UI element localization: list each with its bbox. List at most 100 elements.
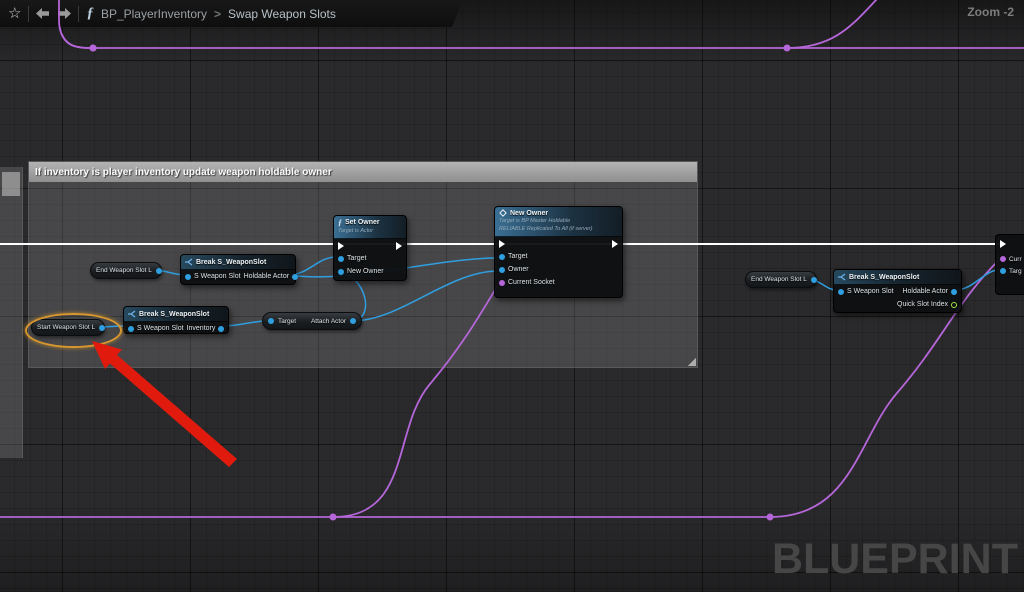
function-icon: ƒ — [338, 218, 342, 227]
exec-out-pin[interactable] — [396, 242, 402, 250]
pin-row: New Owner — [334, 265, 406, 278]
toolbar-separator — [78, 6, 79, 22]
zoom-level-label: Zoom -2 — [967, 5, 1014, 19]
pin-output-object[interactable] — [156, 268, 162, 274]
back-button[interactable] — [36, 8, 50, 19]
pin-label: Holdable Actor — [902, 288, 948, 295]
event-diamond-icon — [499, 209, 507, 217]
reroute-node[interactable] — [90, 45, 97, 52]
pin-label: New Owner — [347, 268, 384, 275]
reroute-node[interactable] — [767, 514, 774, 521]
exec-row — [334, 239, 406, 252]
node-partial-right-edge[interactable]: Curr Targ — [995, 234, 1024, 295]
pin-target[interactable] — [268, 318, 274, 324]
node-title: Break S_WeaponSlot — [849, 274, 919, 281]
function-icon: ƒ — [86, 5, 94, 22]
pin-label: Curr — [1009, 256, 1022, 263]
breadcrumb-chevron: > — [214, 7, 221, 21]
pin-label: Holdable Actor — [244, 273, 290, 280]
forward-button[interactable] — [57, 8, 71, 19]
node-header: New Owner Target is BP Master Holdable R… — [495, 207, 622, 237]
node-get-attach-actor[interactable]: Target Attach Actor — [262, 312, 362, 330]
reroute-node[interactable] — [784, 45, 791, 52]
node-get-end-weapon-slot-l[interactable]: End Weapon Slot L — [90, 262, 162, 279]
exec-row — [996, 235, 1024, 253]
pin-s-weapon-slot[interactable] — [128, 326, 134, 332]
pin-row: Quick Slot Index — [834, 298, 961, 311]
pin-attach-actor[interactable] — [350, 318, 356, 324]
pin-s-weapon-slot[interactable] — [185, 274, 191, 280]
blueprint-watermark: BLUEPRINT — [772, 535, 1018, 584]
pin-current-socket[interactable] — [1000, 256, 1006, 262]
pin-owner[interactable] — [499, 267, 505, 273]
pin-target[interactable] — [499, 254, 505, 260]
node-header: Break S_WeaponSlot — [834, 270, 961, 285]
pin-row: Target — [334, 252, 406, 265]
exec-in-pin[interactable] — [499, 240, 505, 248]
pin-s-weapon-slot[interactable] — [838, 289, 844, 295]
pin-row: Curr — [996, 253, 1024, 265]
comment-title: If inventory is player inventory update … — [35, 167, 332, 178]
node-title: New Owner — [510, 210, 548, 217]
pin-output-object[interactable] — [811, 277, 817, 283]
node-title: Set Owner — [345, 219, 380, 226]
node-break-s-weaponslot-right[interactable]: Break S_WeaponSlot S Weapon Slot Holdabl… — [833, 269, 962, 313]
node-title: Break S_WeaponSlot — [196, 259, 266, 266]
pin-row: Targ — [996, 265, 1024, 277]
exec-in-pin[interactable] — [338, 242, 344, 250]
toolbar-separator — [28, 6, 29, 22]
breadcrumb-blueprint-name[interactable]: BP_PlayerInventory — [101, 7, 207, 21]
pin-holdable-actor[interactable] — [292, 274, 298, 280]
exec-out-pin[interactable] — [612, 240, 618, 248]
pin-label: Target — [508, 253, 527, 260]
pin-output-object[interactable] — [99, 325, 105, 331]
node-set-owner[interactable]: ƒ Set Owner Target is Actor Target New O… — [333, 215, 407, 281]
forward-arrow-icon — [57, 8, 71, 19]
node-new-owner-event[interactable]: New Owner Target is BP Master Holdable R… — [494, 206, 623, 298]
pin-row: S Weapon Slot Inventory — [124, 322, 228, 335]
comment-header[interactable]: If inventory is player inventory update … — [29, 162, 697, 182]
pin-target[interactable] — [338, 256, 344, 262]
pin-current-socket[interactable] — [499, 280, 505, 286]
pin-row: S Weapon Slot Holdable Actor — [834, 285, 961, 298]
favorite-star-icon[interactable]: ☆ — [8, 6, 21, 21]
breadcrumb-graph-name[interactable]: Swap Weapon Slots — [228, 7, 336, 21]
pin-label: Inventory — [187, 325, 216, 332]
pin-label: Target — [347, 255, 366, 262]
pin-row: Owner — [495, 263, 622, 276]
node-title: Break S_WeaponSlot — [139, 311, 209, 318]
pin-new-owner[interactable] — [338, 269, 344, 275]
pin-inventory[interactable] — [218, 326, 224, 332]
pin-row: Target — [495, 250, 622, 263]
pill-label: Start Weapon Slot L — [37, 324, 95, 331]
node-break-s-weaponslot-top[interactable]: Break S_WeaponSlot S Weapon Slot Holdabl… — [180, 254, 296, 285]
pin-row: Current Socket — [495, 276, 622, 289]
node-header: Break S_WeaponSlot — [124, 307, 228, 322]
node-break-s-weaponslot-mid[interactable]: Break S_WeaponSlot S Weapon Slot Invento… — [123, 306, 229, 334]
comment-resize-handle[interactable] — [687, 357, 696, 366]
pin-target[interactable] — [1000, 268, 1006, 274]
pin-label: Quick Slot Index — [897, 301, 948, 308]
partial-comment-left[interactable] — [0, 167, 23, 458]
pin-label: S Weapon Slot — [847, 288, 894, 295]
node-subtitle-line2: RELIABLE Replicated To All (if server) — [499, 225, 618, 233]
break-struct-icon — [185, 258, 193, 266]
reroute-node[interactable] — [330, 514, 337, 521]
graph-breadcrumb-tab: ☆ ƒ BP_PlayerInventory > Swap Weapon Slo… — [0, 0, 463, 27]
node-subtitle-line1: Target is BP Master Holdable — [499, 217, 618, 225]
pin-holdable-actor[interactable] — [951, 289, 957, 295]
partial-comment-left-header — [2, 172, 20, 196]
wire-name-top-branch — [787, 0, 880, 48]
pill-label: End Weapon Slot L — [96, 267, 152, 274]
pin-label: Attach Actor — [311, 318, 346, 325]
reroute-node[interactable] — [90, 45, 97, 52]
pin-label: S Weapon Slot — [137, 325, 184, 332]
node-get-start-weapon-slot-l[interactable]: Start Weapon Slot L — [31, 319, 105, 336]
pin-label: Targ — [1009, 268, 1022, 275]
pin-quick-slot-index[interactable] — [951, 302, 957, 308]
back-arrow-icon — [36, 8, 50, 19]
pin-label: S Weapon Slot — [194, 273, 241, 280]
node-get-end-weapon-slot-l-right[interactable]: End Weapon Slot L — [745, 271, 817, 288]
exec-in-pin[interactable] — [1000, 240, 1006, 248]
pin-row: S Weapon Slot Holdable Actor — [181, 270, 295, 283]
